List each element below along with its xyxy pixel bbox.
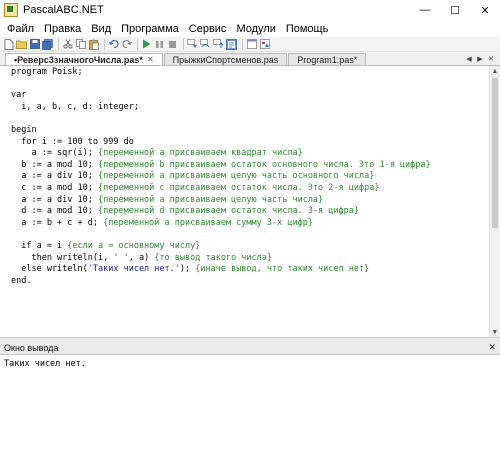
- tab-revers-3-digit[interactable]: •Реверс3значногоЧисла.pas* ✕: [5, 53, 163, 65]
- code-line: else writeln('Таких чисел нет.'); {иначе…: [11, 264, 370, 275]
- tab-label: Program1.pas*: [297, 54, 358, 65]
- toolbar-separator: [104, 38, 105, 50]
- tab-navigation: ◀ ▶ ✕: [463, 54, 496, 64]
- code-editor[interactable]: program Poisk; var i, a, b, c, d: intege…: [4, 66, 489, 337]
- stop-icon[interactable]: [167, 39, 178, 50]
- form-designer-icon[interactable]: [259, 39, 270, 50]
- code-line: a := a div 10; {переменной a присваиваем…: [11, 194, 324, 205]
- code-line: end.: [11, 275, 32, 286]
- toolbar: [0, 37, 500, 52]
- code-line: program Poisk;: [11, 67, 83, 77]
- pascalabc-logo-icon: [4, 3, 18, 17]
- output-window[interactable]: Таких чисел нет.: [0, 356, 500, 475]
- tab-label: ПрыжкиСпортсменов.pas: [172, 54, 279, 65]
- code-line: a := sqr(i); {переменной a присваиваем к…: [11, 148, 303, 159]
- output-window-icon[interactable]: [226, 38, 237, 50]
- code-line: a := b + c + d; {переменной a присваивае…: [11, 217, 313, 228]
- menu-service[interactable]: Сервис: [184, 23, 232, 35]
- paste-icon[interactable]: [88, 39, 99, 50]
- scrollbar-thumb[interactable]: [492, 78, 498, 228]
- menu-help[interactable]: Помощь: [281, 23, 334, 35]
- step-over-icon[interactable]: [200, 39, 211, 50]
- pause-icon[interactable]: [154, 39, 165, 50]
- copy-icon[interactable]: [75, 39, 86, 50]
- step-out-icon[interactable]: [213, 39, 224, 50]
- chevron-left-icon[interactable]: ◀: [464, 54, 474, 64]
- menu-bar: Файл Правка Вид Программа Сервис Модули …: [0, 20, 500, 37]
- minimize-button[interactable]: —: [410, 0, 440, 20]
- window-title: PascalABC.NET: [23, 4, 104, 16]
- window-controls: — ☐ ✕: [410, 0, 500, 20]
- menu-program[interactable]: Программа: [116, 23, 184, 35]
- scroll-up-icon[interactable]: ▲: [490, 66, 500, 76]
- menu-edit[interactable]: Правка: [39, 23, 86, 35]
- close-tab-icon[interactable]: ✕: [147, 54, 154, 66]
- code-line: i, a, b, c, d: integer;: [11, 101, 139, 112]
- toolbar-separator: [242, 38, 243, 50]
- menu-modules[interactable]: Модули: [231, 23, 280, 35]
- close-button[interactable]: ✕: [470, 0, 500, 20]
- code-line: var: [11, 90, 27, 101]
- toolbar-separator: [137, 38, 138, 50]
- open-folder-icon[interactable]: [16, 39, 27, 50]
- redo-icon[interactable]: [121, 39, 132, 50]
- code-line: for i := 100 to 999 do: [11, 136, 134, 147]
- tab-label: •Реверс3значногоЧисла.pas*: [14, 54, 143, 65]
- save-icon[interactable]: [29, 39, 40, 50]
- code-line: if a = i {если a = основному числу}: [11, 240, 201, 251]
- toolbar-separator: [183, 38, 184, 50]
- scroll-down-icon[interactable]: ▼: [490, 327, 500, 337]
- editor-vertical-scrollbar[interactable]: ▲ ▼: [489, 66, 500, 337]
- code-line: c := a mod 10; {переменной c присваиваем…: [11, 182, 380, 193]
- close-output-panel-icon[interactable]: ✕: [488, 342, 496, 353]
- code-line: begin: [11, 124, 37, 135]
- cut-icon[interactable]: [62, 39, 73, 50]
- code-line: d := a mod 10; {переменной d присваиваем…: [11, 206, 359, 217]
- code-line: a := a div 10; {переменной a присваиваем…: [11, 171, 375, 182]
- step-into-icon[interactable]: [187, 39, 198, 50]
- code-line: b := a mod 10; {переменной b присваиваем…: [11, 159, 431, 170]
- output-panel-header: Окно вывода ✕: [0, 341, 500, 355]
- new-file-icon[interactable]: [3, 38, 14, 50]
- output-panel-title: Окно вывода: [4, 342, 59, 353]
- editor-tab-strip: •Реверс3значногоЧисла.pas* ✕ ПрыжкиСпорт…: [0, 53, 500, 66]
- maximize-button[interactable]: ☐: [440, 0, 470, 20]
- close-icon[interactable]: ✕: [486, 54, 496, 64]
- undo-icon[interactable]: [108, 39, 119, 50]
- tab-pryzhki-sportsmenov[interactable]: ПрыжкиСпортсменов.pas: [163, 53, 288, 65]
- output-text: Таких чисел нет.: [4, 359, 86, 369]
- code-text[interactable]: program Poisk; var i, a, b, c, d: intege…: [4, 66, 489, 287]
- save-all-icon[interactable]: [42, 38, 53, 50]
- menu-file[interactable]: Файл: [2, 23, 39, 35]
- title-bar: PascalABC.NET — ☐ ✕: [0, 0, 500, 20]
- run-icon[interactable]: [141, 39, 152, 50]
- menu-view[interactable]: Вид: [86, 23, 116, 35]
- tab-program1[interactable]: Program1.pas*: [288, 53, 367, 65]
- debug-window-icon[interactable]: [246, 39, 257, 50]
- chevron-right-icon[interactable]: ▶: [475, 54, 485, 64]
- toolbar-separator: [58, 38, 59, 50]
- code-line: then writeln(i, ' ', a) {то вывод такого…: [11, 252, 273, 263]
